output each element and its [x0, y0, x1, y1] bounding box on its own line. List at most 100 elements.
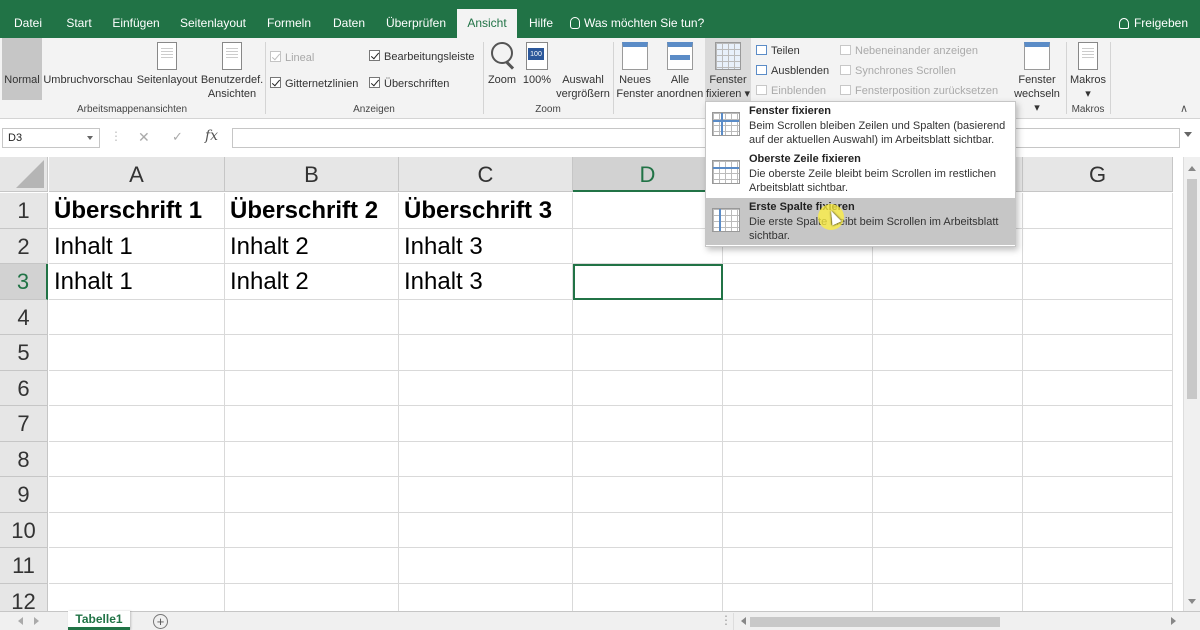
cell-g9[interactable]: [1023, 477, 1173, 513]
tab-datei[interactable]: Datei: [0, 0, 56, 38]
zoom-to-selection-button[interactable]: Auswahl vergrößern: [554, 38, 612, 227]
tab-daten[interactable]: Daten: [322, 0, 376, 38]
cell-c6[interactable]: [399, 370, 573, 406]
cell-c3[interactable]: Inhalt 3: [399, 264, 573, 300]
synchronous-scrolling-button[interactable]: Synchrones Scrollen: [840, 63, 956, 79]
row-header-6[interactable]: 6: [0, 370, 48, 406]
cell-e8[interactable]: [723, 441, 873, 477]
cell-f12[interactable]: [873, 583, 1023, 611]
cell-c4[interactable]: [399, 299, 573, 335]
freeze-panes-button[interactable]: Fenster fixieren ▾: [705, 38, 751, 102]
cell-d4[interactable]: [573, 299, 723, 335]
cell-g12[interactable]: [1023, 583, 1173, 611]
select-all-corner[interactable]: [0, 157, 48, 192]
previous-sheet-icon[interactable]: [14, 617, 23, 625]
tab-seitenlayout[interactable]: Seitenlayout: [170, 0, 256, 38]
cell-a10[interactable]: [49, 512, 225, 548]
cell-a8[interactable]: [49, 441, 225, 477]
cell-b6[interactable]: [225, 370, 399, 406]
tab-formeln[interactable]: Formeln: [256, 0, 322, 38]
cell-a11[interactable]: [49, 548, 225, 584]
row-header-7[interactable]: 7: [0, 406, 48, 442]
new-window-button[interactable]: Neues Fenster: [614, 38, 656, 101]
scroll-right-icon[interactable]: [1171, 617, 1180, 625]
tab-splitter-icon[interactable]: ⋮: [720, 613, 732, 627]
cell-f3[interactable]: [873, 264, 1023, 300]
tab-hilfe[interactable]: Hilfe: [517, 0, 565, 38]
cell-a9[interactable]: [49, 477, 225, 513]
cell-g7[interactable]: [1023, 406, 1173, 442]
cell-c12[interactable]: [399, 583, 573, 611]
column-header-g[interactable]: G: [1023, 157, 1173, 192]
cell-f4[interactable]: [873, 299, 1023, 335]
cell-e12[interactable]: [723, 583, 873, 611]
cell-e9[interactable]: [723, 477, 873, 513]
cell-c2[interactable]: Inhalt 3: [399, 228, 573, 264]
cell-a12[interactable]: [49, 583, 225, 611]
ruler-checkbox[interactable]: Lineal: [270, 50, 314, 66]
cell-e11[interactable]: [723, 548, 873, 584]
cell-b3[interactable]: Inhalt 2: [225, 264, 399, 300]
formula-bar-checkbox[interactable]: Bearbeitungsleiste: [369, 49, 475, 65]
cancel-icon[interactable]: ✕: [138, 129, 150, 146]
column-header-c[interactable]: C: [399, 157, 573, 192]
cell-g5[interactable]: [1023, 335, 1173, 371]
row-header-4[interactable]: 4: [0, 299, 48, 335]
zoom-button[interactable]: Zoom: [484, 38, 520, 87]
tab-start[interactable]: Start: [56, 0, 102, 38]
view-side-by-side-button[interactable]: Nebeneinander anzeigen: [840, 43, 978, 59]
insert-function-icon[interactable]: fx: [205, 128, 218, 144]
row-header-10[interactable]: 10: [0, 512, 48, 548]
headings-checkbox[interactable]: Überschriften: [369, 76, 449, 92]
enter-icon[interactable]: ✓: [172, 129, 183, 145]
menu-item-freeze-first-column[interactable]: Erste Spalte fixieren Die erste Spalte b…: [706, 198, 1015, 245]
vertical-scroll-thumb[interactable]: [1187, 179, 1197, 399]
cell-c9[interactable]: [399, 477, 573, 513]
cell-a3[interactable]: Inhalt 1: [49, 264, 225, 300]
cell-d12[interactable]: [573, 583, 723, 611]
cell-d7[interactable]: [573, 406, 723, 442]
gridlines-checkbox[interactable]: Gitternetzlinien: [270, 76, 358, 92]
unhide-button[interactable]: Einblenden: [756, 83, 826, 99]
cell-b1[interactable]: Überschrift 2: [225, 193, 399, 229]
cell-e4[interactable]: [723, 299, 873, 335]
cell-e6[interactable]: [723, 370, 873, 406]
column-header-a[interactable]: A: [49, 157, 225, 192]
cell-b10[interactable]: [225, 512, 399, 548]
zoom-100-button[interactable]: 100%: [520, 38, 554, 87]
macros-button[interactable]: Makros ▾: [1067, 38, 1109, 101]
row-header-5[interactable]: 5: [0, 335, 48, 371]
cell-d1[interactable]: [573, 193, 723, 229]
cell-a5[interactable]: [49, 335, 225, 371]
switch-windows-button[interactable]: Fenster wechseln ▾: [1012, 38, 1062, 115]
cell-g1[interactable]: [1023, 193, 1173, 229]
cell-c1[interactable]: Überschrift 3: [399, 193, 573, 229]
expand-formula-bar-icon[interactable]: [1184, 132, 1192, 141]
row-header-1[interactable]: 1: [0, 193, 48, 229]
cell-c7[interactable]: [399, 406, 573, 442]
tell-me-search[interactable]: Was möchten Sie tun?: [570, 0, 704, 38]
cell-d6[interactable]: [573, 370, 723, 406]
column-header-b[interactable]: B: [225, 157, 399, 192]
cell-g3[interactable]: [1023, 264, 1173, 300]
cell-f7[interactable]: [873, 406, 1023, 442]
page-layout-button[interactable]: Seitenlayout: [134, 38, 200, 87]
name-box[interactable]: D3: [2, 128, 100, 148]
normal-view-button[interactable]: Normal: [2, 38, 42, 227]
share-button[interactable]: Freigeben: [1118, 0, 1188, 38]
next-sheet-icon[interactable]: [34, 617, 43, 625]
collapse-ribbon-icon[interactable]: ∧: [1180, 102, 1188, 115]
resize-handle-icon[interactable]: ⋮: [110, 129, 122, 143]
cell-d11[interactable]: [573, 548, 723, 584]
scroll-up-icon[interactable]: [1188, 162, 1196, 171]
cell-f9[interactable]: [873, 477, 1023, 513]
row-header-12[interactable]: 12: [0, 583, 48, 611]
cell-d2[interactable]: [573, 228, 723, 264]
cell-d9[interactable]: [573, 477, 723, 513]
cell-a6[interactable]: [49, 370, 225, 406]
custom-views-button[interactable]: Benutzerdef. Ansichten: [200, 38, 264, 101]
row-header-9[interactable]: 9: [0, 477, 48, 513]
menu-item-freeze-top-row[interactable]: Oberste Zeile fixieren Die oberste Zeile…: [706, 150, 1015, 197]
cell-a1[interactable]: Überschrift 1: [49, 193, 225, 229]
cell-b8[interactable]: [225, 441, 399, 477]
